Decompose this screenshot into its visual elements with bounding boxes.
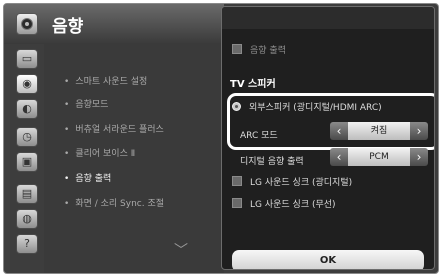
- menu-item-sound-mode[interactable]: 음향모드: [64, 97, 108, 110]
- help-icon[interactable]: ?: [16, 234, 38, 254]
- category-sidebar: ▭ ◉ ◐ ◷ ▣ ▤ ◍ ?: [14, 44, 42, 269]
- lg-sync-optical-label: LG 사운드 싱크 (광디지털): [250, 178, 353, 188]
- lg-sync-wireless-label: LG 사운드 싱크 (무선): [250, 200, 336, 210]
- digital-output-spinner: ‹ PCM ›: [330, 148, 428, 166]
- tv-speaker-section: TV 스피커: [230, 79, 276, 90]
- lock-icon[interactable]: ▣: [16, 152, 38, 172]
- menu-item-av-sync[interactable]: 화면 / 소리 Sync. 조절: [64, 196, 164, 209]
- focus-highlight: [227, 93, 434, 150]
- sound-menu: 스마트 사운드 설정 음향모드 버츄얼 서라운드 플러스 클리어 보이스 Ⅱ 음…: [44, 44, 224, 273]
- menu-item-sound-output[interactable]: 음향 출력: [64, 171, 111, 184]
- speaker-category-icon[interactable]: ◉: [16, 74, 38, 94]
- globe-icon[interactable]: ◍: [16, 209, 38, 229]
- panel-top-bar: [222, 7, 434, 29]
- satellite-icon[interactable]: ◐: [16, 99, 38, 119]
- page-title: 음향: [52, 17, 84, 37]
- checkbox-icon: [232, 198, 242, 208]
- checkbox-icon: [232, 176, 242, 186]
- checkbox-icon: [232, 44, 242, 54]
- lg-sync-wireless-option[interactable]: LG 사운드 싱크 (무선): [232, 197, 336, 210]
- speaker-icon: [16, 13, 38, 35]
- monitor-icon[interactable]: ▭: [16, 49, 38, 69]
- clock-icon[interactable]: ◷: [16, 127, 38, 147]
- chevron-right-icon[interactable]: ›: [410, 148, 428, 166]
- digital-output-value: PCM: [348, 148, 410, 166]
- chevron-left-icon[interactable]: ‹: [330, 148, 348, 166]
- menu-item-virtual-surround[interactable]: 버츄얼 서라운드 플러스: [64, 122, 164, 135]
- header: 음향: [4, 4, 224, 44]
- chevron-down-icon[interactable]: ﹀: [174, 240, 188, 260]
- keyboard-icon[interactable]: ▤: [16, 184, 38, 204]
- menu-item-smart-sound[interactable]: 스마트 사운드 설정: [64, 74, 147, 87]
- ok-button[interactable]: OK: [232, 250, 424, 269]
- digital-output-label: 디지털 음향 출력: [240, 157, 304, 167]
- sound-output-row[interactable]: 음향 출력: [232, 43, 286, 56]
- settings-window: 음향 ▭ ◉ ◐ ◷ ▣ ▤ ◍ ? 스마트 사운드 설정 음향모드 버츄얼 서…: [3, 3, 439, 274]
- menu-item-clear-voice[interactable]: 클리어 보이스 Ⅱ: [64, 146, 135, 159]
- lg-sync-optical-option[interactable]: LG 사운드 싱크 (광디지털): [232, 175, 352, 188]
- sound-output-panel: 음향 출력 TV 스피커 외부스피커 (광디지털/HDMI ARC) ARC 모…: [221, 6, 435, 270]
- sound-output-label: 음향 출력: [250, 46, 286, 56]
